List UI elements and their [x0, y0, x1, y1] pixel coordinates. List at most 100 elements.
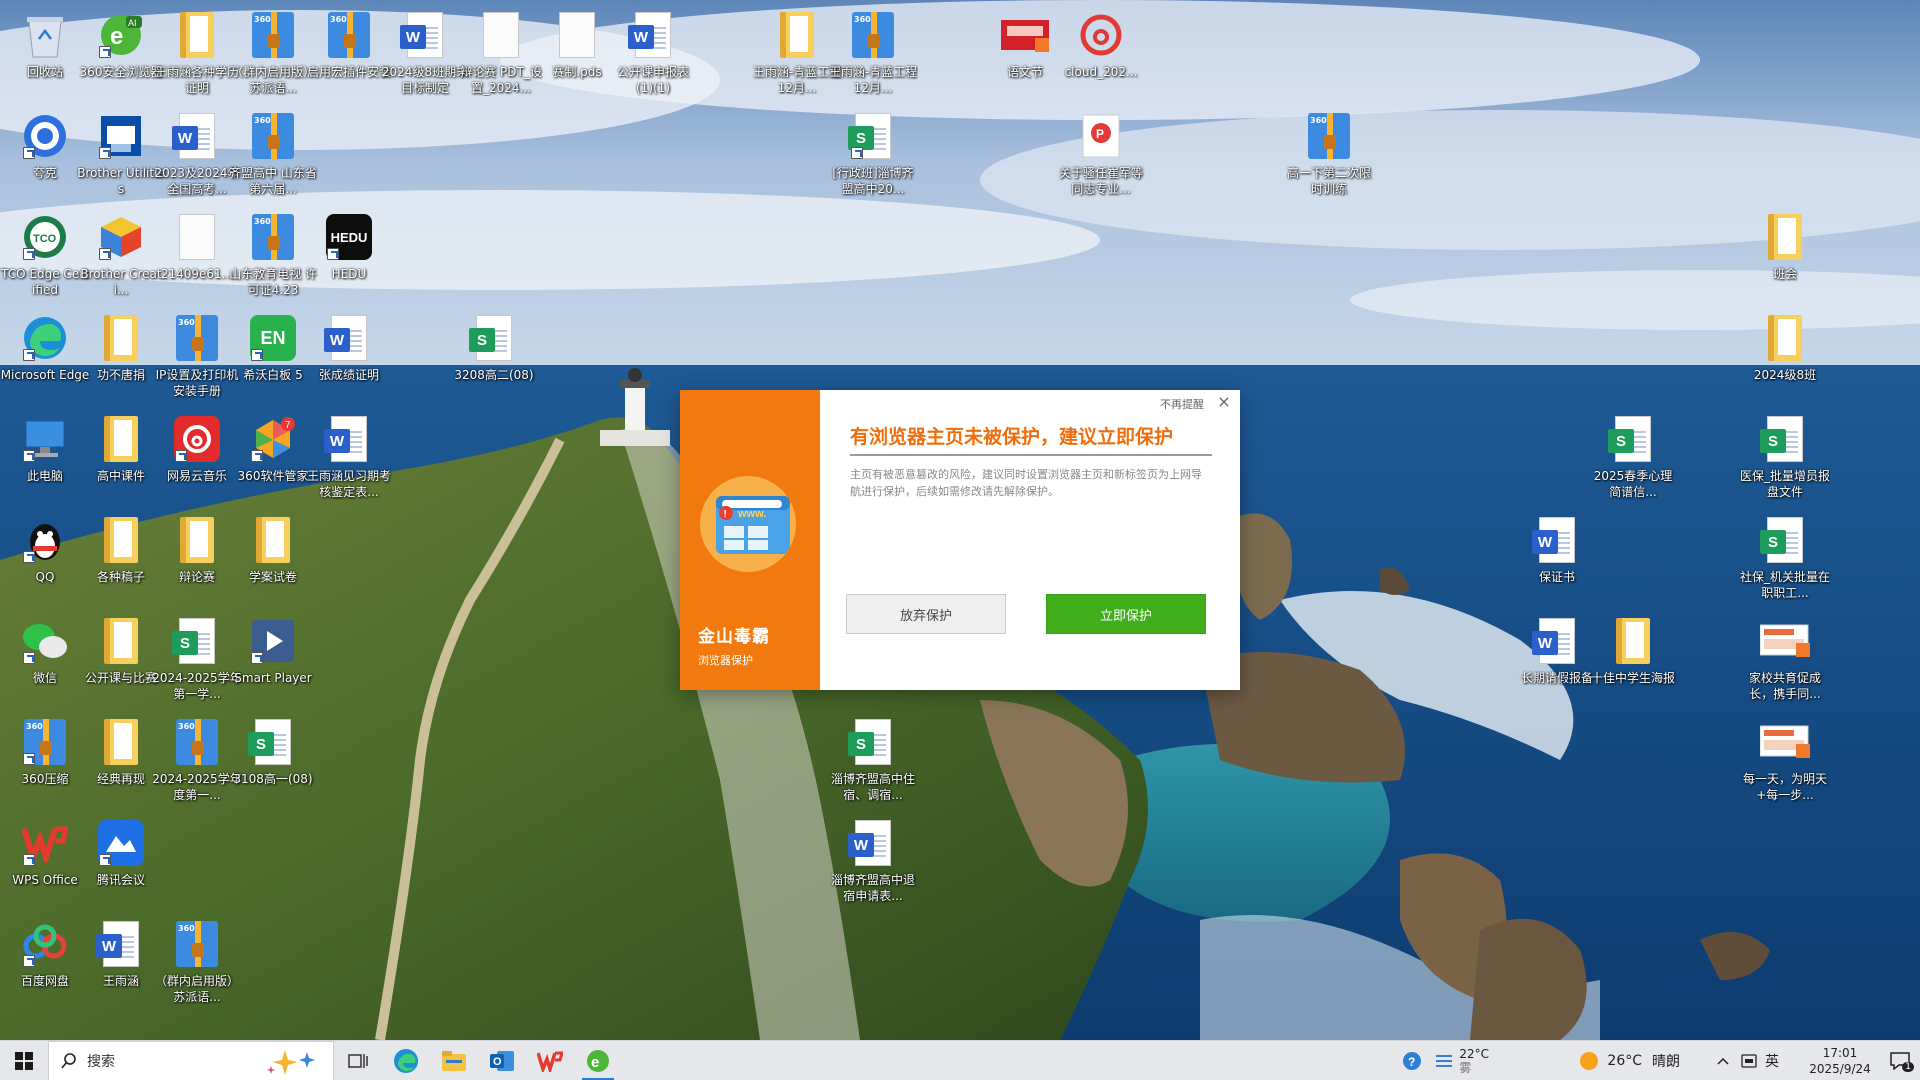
desktop-icon-label: （群内启用版）苏派语...	[154, 974, 239, 1004]
word-icon: W	[628, 10, 678, 60]
dialog-description: 主页有被恶意篡改的风险，建议同时设置浏览器主页和新标签页为上网导航进行保护，后续…	[850, 468, 1202, 498]
desktop-icon-label: 高一下第二次限时训练	[1286, 166, 1371, 196]
desktop-icon-cloud[interactable]: cloud_202...	[1056, 4, 1146, 100]
folder-v-icon	[96, 313, 146, 363]
shortcut-arrow-icon	[851, 147, 863, 159]
shortcut-arrow-icon	[251, 349, 263, 361]
edge-icon[interactable]	[382, 1041, 430, 1080]
pptthumb-icon	[1760, 616, 1810, 666]
svg-text:www.: www.	[737, 508, 766, 520]
clock-date: 2025/9/24	[1809, 1062, 1871, 1076]
blank-icon	[552, 10, 602, 60]
taskbar-clock[interactable]: 17:01 2025/9/24	[1800, 1045, 1880, 1077]
desktop-icon-gaoyi3108[interactable]: S 3108高一(08)	[228, 711, 318, 807]
svg-text:e: e	[591, 1054, 599, 1071]
excel-icon: S	[248, 717, 298, 767]
input-method-icon[interactable]	[1738, 1054, 1760, 1068]
desktop-icon-label: cloud_202...	[1064, 65, 1138, 79]
excel-icon: S	[1608, 414, 1658, 464]
excel-icon: S	[172, 616, 222, 666]
desktop-icon-yibao[interactable]: S 医保_批量增员报盘文件	[1740, 408, 1830, 504]
ime-language-indicator[interactable]: 英	[1760, 1051, 1784, 1071]
svg-text:O: O	[493, 1056, 502, 1068]
desktop-icon-zibo-zhusu[interactable]: S 淄博齐盟高中住宿、调宿...	[828, 711, 918, 807]
desktop-icon-baozhengshu[interactable]: W 保证书	[1512, 509, 1602, 605]
desktop-icon-shijia[interactable]: 十佳中学生海报	[1588, 610, 1678, 706]
notification-center-icon[interactable]: 1	[1880, 1052, 1920, 1072]
outlook-icon[interactable]: O	[478, 1041, 526, 1080]
desktop-icon-smartplayer[interactable]: Smart Player	[228, 610, 318, 706]
widgets-icon[interactable]	[1429, 1054, 1459, 1068]
desktop-icon-xuean[interactable]: 学案试卷	[228, 509, 318, 605]
wps-icon[interactable]	[526, 1041, 574, 1080]
zip-icon	[20, 717, 70, 767]
desktop-icon-hedu[interactable]: HEDU HEDU	[304, 206, 394, 302]
neteasemusic-icon	[172, 414, 222, 464]
recycle-icon	[20, 10, 70, 60]
dialog-main-panel: 不再提醒 × 有浏览器主页未被保护，建议立即保护 主页有被恶意篡改的风险，建议同…	[820, 390, 1240, 690]
zip-icon	[172, 313, 222, 363]
weather-widget[interactable]: 26°C 晴朗	[1579, 1051, 1680, 1071]
file-explorer-icon[interactable]	[430, 1041, 478, 1080]
start-button[interactable]	[0, 1041, 48, 1080]
desktop-icon-xingzheng[interactable]: S [行政班]淄博齐盟高中20...	[828, 105, 918, 201]
word-icon: W	[848, 818, 898, 868]
shortcut-arrow-icon	[23, 349, 35, 361]
pptthumb-icon	[1760, 717, 1810, 767]
desktop-icon-zhangcj[interactable]: W 张成绩证明	[304, 307, 394, 403]
shortcut-arrow-icon	[251, 450, 263, 462]
desktop-icon-wangyh-qinglan2[interactable]: 王雨涵-青蓝工程12月...	[828, 4, 918, 100]
svg-text:e: e	[110, 23, 123, 50]
give-up-protection-button[interactable]: 放弃保护	[846, 594, 1006, 634]
desktop-icon-label: 腾讯会议	[96, 873, 145, 887]
weather-widget-small[interactable]: 22°C 雾	[1459, 1047, 1519, 1075]
no-remind-link[interactable]: 不再提醒	[1160, 396, 1204, 412]
desktop-icon-label: 社保_机关批量在职职工...	[1740, 570, 1830, 600]
desktop-icon-gaoer3208[interactable]: S 3208高二(08)	[449, 307, 539, 403]
desktop-icon-label: 3208高二(08)	[454, 368, 534, 382]
desktop-icon-banhui[interactable]: 班会	[1740, 206, 1830, 302]
svg-text:7: 7	[285, 420, 291, 431]
taskbar: 搜索 O e ? 22°C 雾 26°C 晴朗 英 17:01 2025/9/2…	[0, 1040, 1920, 1080]
shortcut-arrow-icon	[23, 450, 35, 462]
desktop-icon-shebao[interactable]: S 社保_机关批量在职职工...	[1740, 509, 1830, 605]
smartplayer-icon	[248, 616, 298, 666]
desktop-icon-chunji2025[interactable]: S 2025春季心理简谱信...	[1588, 408, 1678, 504]
desktop-icon-zibo-tuisu[interactable]: W 淄博齐盟高中退宿申请表...	[828, 812, 918, 908]
blank-icon	[172, 212, 222, 262]
help-icon[interactable]: ?	[1395, 1051, 1429, 1071]
desktop-icon-gaoyi[interactable]: 高一下第二次限时训练	[1284, 105, 1374, 201]
task-view-icon[interactable]	[334, 1041, 382, 1080]
shortcut-arrow-icon	[23, 753, 35, 765]
desktop-icon-meiyitian[interactable]: 每一天，为明天+每一步...	[1740, 711, 1830, 807]
desktop-icon-label: 淄博齐盟高中退宿申请表...	[830, 873, 915, 903]
browser360-icon[interactable]: e	[574, 1041, 622, 1080]
windows-logo-icon	[15, 1051, 33, 1070]
desktop-icon-qimeng[interactable]: 齐盟高中 山东省第六届...	[228, 105, 318, 201]
zip-icon	[248, 111, 298, 161]
taskbar-search-box[interactable]: 搜索	[48, 1040, 334, 1080]
folder-v-icon	[172, 10, 222, 60]
chevron-up-icon[interactable]	[1708, 1057, 1738, 1065]
shortcut-arrow-icon	[23, 652, 35, 664]
desktop-icon-wangyuhan-jx[interactable]: W 王雨涵见习期考核鉴定表...	[304, 408, 394, 504]
sun-icon	[1580, 1052, 1599, 1070]
desktop-icon-jiaxiao[interactable]: 家校共育促成长，携手同...	[1740, 610, 1830, 706]
word-icon: W	[96, 919, 146, 969]
desktop-icon-qunnei2[interactable]: （群内启用版）苏派语...	[152, 913, 242, 1009]
desktop-icon-tencentmeet[interactable]: 腾讯会议	[76, 812, 166, 908]
weather-temp: 26°C	[1607, 1053, 1642, 1069]
desktop-icon-ji2024-8[interactable]: 2024级8班	[1740, 307, 1830, 403]
netease-icon	[1076, 10, 1126, 60]
shortcut-arrow-icon	[175, 450, 187, 462]
folder-v-icon	[96, 414, 146, 464]
desktop-icon-guanyu[interactable]: P 关于骚任崔军等同志专业...	[1056, 105, 1146, 201]
wps-icon	[20, 818, 70, 868]
desktop-icon-gongkai[interactable]: W 公开课申报表 (1)(1)	[608, 4, 698, 100]
close-icon[interactable]: ×	[1216, 394, 1232, 410]
protect-now-button[interactable]: 立即保护	[1046, 594, 1206, 634]
baidupan-icon	[20, 919, 70, 969]
zip-icon	[248, 10, 298, 60]
desktop-icon-label: 十佳中学生海报	[1590, 671, 1675, 685]
search-placeholder: 搜索	[87, 1053, 115, 1070]
